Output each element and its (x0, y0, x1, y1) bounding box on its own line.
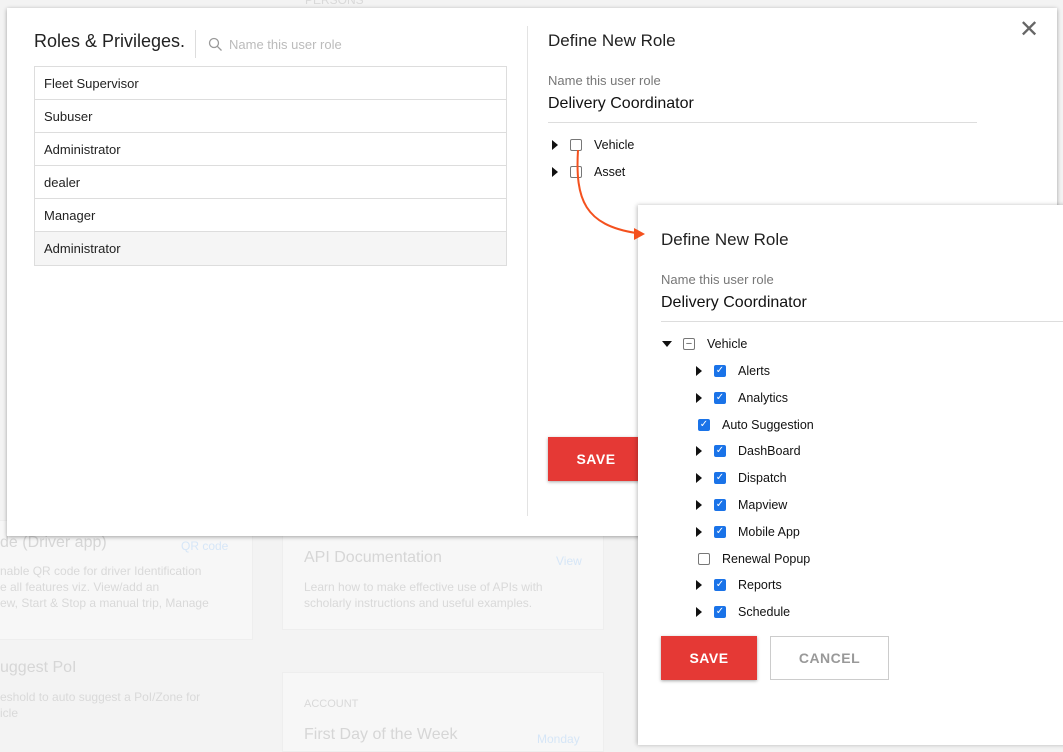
arrow-head-icon (634, 228, 645, 240)
arrow-annotation (576, 149, 645, 240)
